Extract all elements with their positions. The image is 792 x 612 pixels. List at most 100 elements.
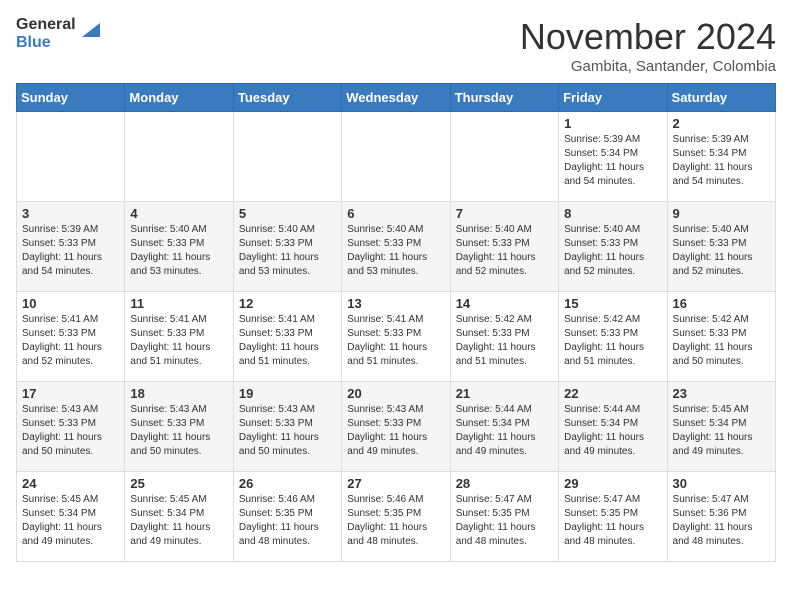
day-number: 16 [673,296,770,311]
weekday-header-tuesday: Tuesday [233,84,341,112]
day-number: 17 [22,386,119,401]
day-cell: 1Sunrise: 5:39 AMSunset: 5:34 PMDaylight… [559,112,667,202]
day-number: 12 [239,296,336,311]
logo-triangle-icon [78,19,100,41]
day-info: Sunrise: 5:42 AMSunset: 5:33 PMDaylight:… [456,313,553,369]
weekday-header-monday: Monday [125,84,233,112]
day-info: Sunrise: 5:39 AMSunset: 5:33 PMDaylight:… [22,223,119,279]
day-cell: 10 Sunrise: 5:41 AMSunset: 5:33 PMDayligh… [17,292,125,382]
day-cell: 27 Sunrise: 5:46 AMSunset: 5:35 PMDayligh… [342,472,450,562]
day-number: 19 [239,386,336,401]
day-number: 11 [130,296,227,311]
day-number: 25 [130,476,227,491]
week-row-4: 17 Sunrise: 5:43 AMSunset: 5:33 PMDayligh… [17,382,776,472]
day-info: Sunrise: 5:45 AMSunset: 5:34 PMDaylight:… [673,403,770,459]
title-block: November 2024 Gambita, Santander, Colomb… [520,16,776,75]
day-number: 24 [22,476,119,491]
day-cell: 17Sunrise: 5:43 AMSunset: 5:33 PMDayligh… [17,382,125,472]
day-info: Sunrise: 5:40 AMSunset: 5:33 PMDaylight:… [456,223,553,279]
day-cell: 3 Sunrise: 5:39 AMSunset: 5:33 PMDaylight… [17,202,125,292]
day-cell [342,112,450,202]
calendar-table: SundayMondayTuesdayWednesdayThursdayFrid… [16,83,776,562]
logo-general-text: General [16,16,76,34]
day-info: Sunrise: 5:46 AMSunset: 5:35 PMDaylight:… [347,493,444,549]
day-cell [450,112,558,202]
day-cell: 18 Sunrise: 5:43 AMSunset: 5:33 PMDayligh… [125,382,233,472]
logo: General Blue [16,16,100,51]
day-info: Sunrise: 5:40 AMSunset: 5:33 PMDaylight:… [673,223,770,279]
day-number: 2 [673,116,770,131]
day-cell: 29Sunrise: 5:47 AMSunset: 5:35 PMDayligh… [559,472,667,562]
weekday-header-sunday: Sunday [17,84,125,112]
day-info: Sunrise: 5:40 AMSunset: 5:33 PMDaylight:… [347,223,444,279]
day-info: Sunrise: 5:41 AMSunset: 5:33 PMDaylight:… [22,313,119,369]
day-cell [125,112,233,202]
day-number: 13 [347,296,444,311]
day-info: Sunrise: 5:41 AMSunset: 5:33 PMDaylight:… [347,313,444,369]
logo-blue-text: Blue [16,34,76,52]
day-number: 5 [239,206,336,221]
day-cell: 19 Sunrise: 5:43 AMSunset: 5:33 PMDayligh… [233,382,341,472]
day-cell: 20 Sunrise: 5:43 AMSunset: 5:33 PMDayligh… [342,382,450,472]
day-info: Sunrise: 5:44 AMSunset: 5:34 PMDaylight:… [564,403,661,459]
day-cell: 25 Sunrise: 5:45 AMSunset: 5:34 PMDayligh… [125,472,233,562]
day-number: 4 [130,206,227,221]
day-info: Sunrise: 5:45 AMSunset: 5:34 PMDaylight:… [130,493,227,549]
day-info: Sunrise: 5:39 AMSunset: 5:34 PMDaylight:… [673,133,770,189]
day-info: Sunrise: 5:44 AMSunset: 5:34 PMDaylight:… [456,403,553,459]
day-cell: 9 Sunrise: 5:40 AMSunset: 5:33 PMDaylight… [667,202,775,292]
day-number: 8 [564,206,661,221]
day-number: 7 [456,206,553,221]
day-cell: 28 Sunrise: 5:47 AMSunset: 5:35 PMDayligh… [450,472,558,562]
day-cell: 26 Sunrise: 5:46 AMSunset: 5:35 PMDayligh… [233,472,341,562]
day-cell: 24 Sunrise: 5:45 AMSunset: 5:34 PMDayligh… [17,472,125,562]
day-number: 27 [347,476,444,491]
day-cell: 14 Sunrise: 5:42 AMSunset: 5:33 PMDayligh… [450,292,558,382]
day-cell [17,112,125,202]
day-number: 14 [456,296,553,311]
day-number: 3 [22,206,119,221]
day-cell: 7 Sunrise: 5:40 AMSunset: 5:33 PMDaylight… [450,202,558,292]
day-info: Sunrise: 5:43 AMSunset: 5:33 PMDaylight:… [347,403,444,459]
day-number: 22 [564,386,661,401]
day-cell: 8Sunrise: 5:40 AMSunset: 5:33 PMDaylight… [559,202,667,292]
weekday-header-friday: Friday [559,84,667,112]
weekday-header-thursday: Thursday [450,84,558,112]
day-number: 18 [130,386,227,401]
day-cell: 21 Sunrise: 5:44 AMSunset: 5:34 PMDayligh… [450,382,558,472]
day-cell: 30Sunrise: 5:47 AMSunset: 5:36 PMDayligh… [667,472,775,562]
page-header: General Blue November 2024 Gambita, Sant… [16,16,776,75]
day-cell: 4Sunrise: 5:40 AMSunset: 5:33 PMDaylight… [125,202,233,292]
week-row-1: 1 Sunrise: 5:39 AMSunset: 5:34 PMDaylight… [17,112,776,202]
day-cell: 15Sunrise: 5:42 AMSunset: 5:33 PMDayligh… [559,292,667,382]
day-cell: 22 Sunrise: 5:44 AMSunset: 5:34 PMDayligh… [559,382,667,472]
day-cell: 16Sunrise: 5:42 AMSunset: 5:33 PMDayligh… [667,292,775,382]
day-info: Sunrise: 5:46 AMSunset: 5:35 PMDaylight:… [239,493,336,549]
day-number: 23 [673,386,770,401]
day-cell: 2 Sunrise: 5:39 AMSunset: 5:34 PMDaylight… [667,112,775,202]
day-info: Sunrise: 5:40 AMSunset: 5:33 PMDaylight:… [239,223,336,279]
week-row-3: 10 Sunrise: 5:41 AMSunset: 5:33 PMDayligh… [17,292,776,382]
day-info: Sunrise: 5:45 AMSunset: 5:34 PMDaylight:… [22,493,119,549]
day-number: 21 [456,386,553,401]
day-number: 10 [22,296,119,311]
day-info: Sunrise: 5:43 AMSunset: 5:33 PMDaylight:… [239,403,336,459]
day-info: Sunrise: 5:41 AMSunset: 5:33 PMDaylight:… [239,313,336,369]
weekday-header-saturday: Saturday [667,84,775,112]
day-cell: 11 Sunrise: 5:41 AMSunset: 5:33 PMDayligh… [125,292,233,382]
day-info: Sunrise: 5:41 AMSunset: 5:33 PMDaylight:… [130,313,227,369]
day-number: 28 [456,476,553,491]
day-info: Sunrise: 5:43 AMSunset: 5:33 PMDaylight:… [130,403,227,459]
week-row-5: 24 Sunrise: 5:45 AMSunset: 5:34 PMDayligh… [17,472,776,562]
day-number: 20 [347,386,444,401]
day-info: Sunrise: 5:47 AMSunset: 5:35 PMDaylight:… [456,493,553,549]
month-year-title: November 2024 [520,16,776,58]
day-number: 6 [347,206,444,221]
day-number: 15 [564,296,661,311]
day-number: 1 [564,116,661,131]
day-number: 26 [239,476,336,491]
day-number: 9 [673,206,770,221]
day-cell: 6 Sunrise: 5:40 AMSunset: 5:33 PMDaylight… [342,202,450,292]
weekday-header-row: SundayMondayTuesdayWednesdayThursdayFrid… [17,84,776,112]
day-cell [233,112,341,202]
